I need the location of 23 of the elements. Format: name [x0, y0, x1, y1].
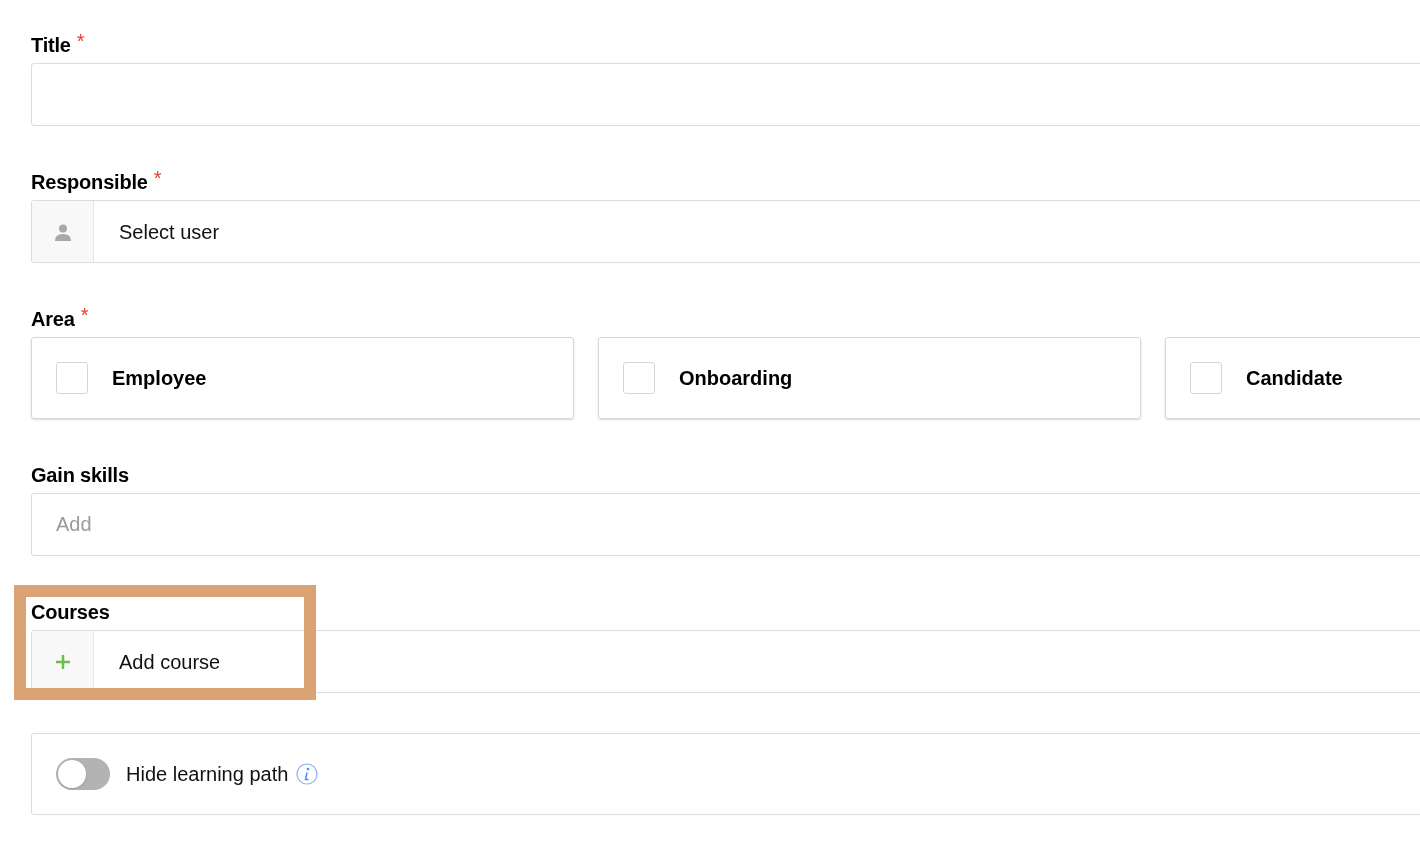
field-label: Responsible	[31, 170, 148, 195]
field-label: Title	[31, 33, 71, 58]
area-option[interactable]: Onboarding	[598, 337, 1141, 419]
required-mark: *	[153, 169, 162, 187]
checkbox[interactable]	[1190, 362, 1222, 394]
user-icon	[53, 222, 72, 241]
checkbox[interactable]	[623, 362, 655, 394]
field-label: Area	[31, 307, 75, 332]
field-label: Courses	[31, 600, 110, 625]
field-label: Gain skills	[31, 463, 129, 488]
add-course-field[interactable]: Add course	[31, 630, 1420, 693]
user-select-field[interactable]: Select user	[31, 200, 1420, 263]
title-input[interactable]	[31, 63, 1420, 126]
plus-icon	[54, 653, 71, 670]
required-mark: *	[80, 306, 89, 324]
toggle-switch[interactable]	[56, 758, 110, 790]
area-option[interactable]: Candidate	[1165, 337, 1420, 419]
area-option[interactable]: Employee	[31, 337, 574, 419]
skills-input[interactable]: Add	[31, 493, 1420, 556]
checkbox[interactable]	[56, 362, 88, 394]
info-icon[interactable]	[296, 763, 319, 785]
toggle-label: Hide learning path	[126, 762, 289, 787]
required-mark: *	[76, 32, 85, 50]
